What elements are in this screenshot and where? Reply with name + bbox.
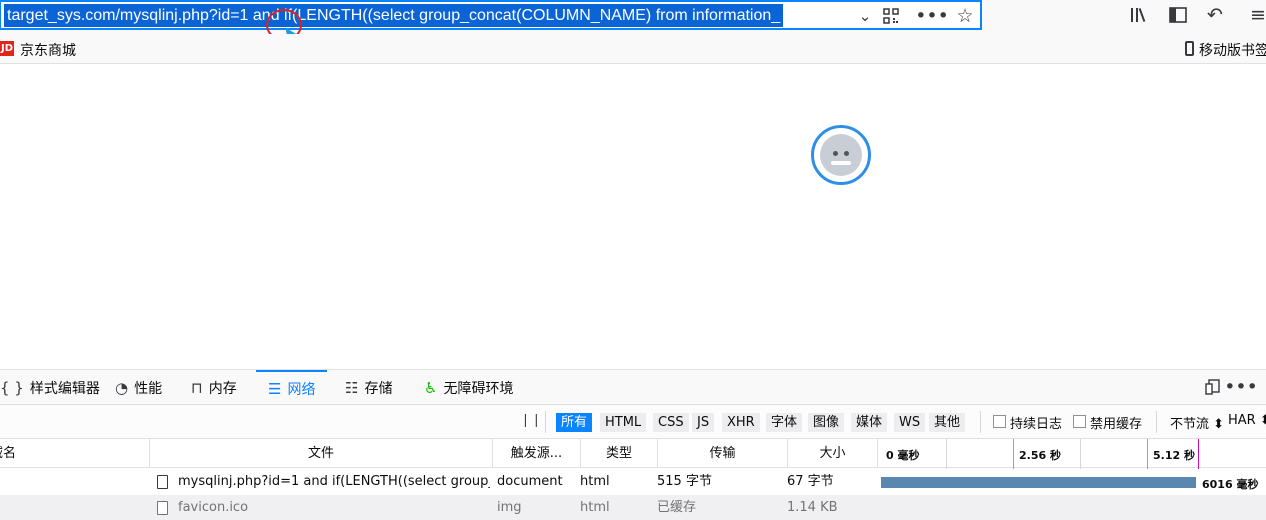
- filter-js[interactable]: JS: [692, 413, 715, 432]
- browser-window: target_sys.com/mysqlinj.php?id=1 and if(…: [0, 0, 1266, 520]
- filter-media[interactable]: 媒体: [851, 413, 888, 432]
- row-transferred: 已缓存: [657, 500, 697, 515]
- tab-network[interactable]: ☰ 网络: [256, 370, 328, 405]
- mobile-bookmarks-icon: [1185, 41, 1194, 56]
- avatar: [811, 125, 871, 185]
- persist-logs-label: 持续日志: [1010, 417, 1063, 432]
- filter-html[interactable]: HTML: [600, 413, 647, 432]
- back-arrow-icon[interactable]: ↶: [1202, 2, 1228, 28]
- timeline-tick-label: 5.12 秒: [1153, 449, 1195, 462]
- throttle-select[interactable]: 不节流 ⬍: [1170, 413, 1224, 432]
- bookmarks-bar: JD 京东商城 移动版书签: [0, 34, 1266, 64]
- memory-icon: ⊓: [191, 378, 203, 397]
- tab-storage[interactable]: ☷ 存储: [345, 370, 392, 405]
- row-file: favicon.ico: [178, 500, 249, 515]
- avatar-eye: [844, 151, 849, 156]
- row-type: html: [580, 500, 610, 515]
- tab-accessibility[interactable]: ♿ 无障碍环境: [424, 370, 513, 405]
- filter-images[interactable]: 图像: [808, 413, 845, 432]
- tab-label: 性能: [134, 380, 163, 397]
- filter-fonts[interactable]: 字体: [766, 413, 803, 432]
- bookmark-jd[interactable]: 京东商城: [20, 40, 76, 60]
- url-text[interactable]: target_sys.com/mysqlinj.php?id=1 and if(…: [4, 4, 784, 27]
- disable-cache-checkbox[interactable]: [1073, 415, 1086, 428]
- chevron-down-icon[interactable]: ⌄: [852, 3, 878, 29]
- tab-label: 无障碍环境: [443, 380, 514, 397]
- performance-icon: ◔: [115, 378, 129, 397]
- divider: [545, 411, 546, 433]
- pause-icon[interactable]: ❘❘: [520, 413, 542, 428]
- dock-toggle-icon[interactable]: [1200, 374, 1226, 400]
- row-cause: img: [497, 500, 522, 515]
- tab-label: 网络: [287, 381, 316, 398]
- tab-performance[interactable]: ◔ 性能: [115, 370, 162, 405]
- divider: [980, 411, 981, 433]
- row-file: mysqlinj.php?id=1 and if(LENGTH((select …: [178, 474, 490, 489]
- persist-logs-checkbox[interactable]: [993, 415, 1006, 428]
- filter-other[interactable]: 其他: [929, 413, 966, 432]
- disable-cache-label: 禁用缓存: [1090, 417, 1143, 432]
- avatar-face: [820, 134, 862, 176]
- sidebar-icon[interactable]: [1165, 2, 1191, 28]
- library-icon[interactable]: [1127, 2, 1153, 28]
- har-menu[interactable]: HAR ⬍: [1228, 413, 1266, 428]
- devtools-more-icon[interactable]: •••: [1224, 374, 1258, 400]
- document-icon: [157, 475, 168, 489]
- waterfall-bar: [881, 477, 1196, 488]
- mobile-bookmarks-link[interactable]: 移动版书签: [1199, 40, 1266, 60]
- devtools-tabbar: { } 样式编辑器 ◔ 性能 ⊓ 内存 ☰ 网络 ☷ 存储 ♿ 无障碍环境 ••…: [0, 369, 1266, 405]
- filter-css[interactable]: CSS: [653, 413, 689, 432]
- storage-icon: ☷: [345, 378, 359, 397]
- navigation-toolbar: target_sys.com/mysqlinj.php?id=1 and if(…: [0, 0, 1266, 34]
- network-icon: ☰: [268, 379, 282, 398]
- row-timing: 6016 毫秒: [1202, 478, 1259, 491]
- accessibility-icon: ♿: [424, 378, 438, 397]
- timeline-tick-label: 2.56 秒: [1019, 449, 1061, 462]
- tab-label: 存储: [364, 380, 393, 397]
- filter-xhr[interactable]: XHR: [722, 413, 760, 432]
- jd-logo-icon: JD: [0, 41, 14, 56]
- row-type: html: [580, 474, 610, 489]
- table-row[interactable]: favicon.ico img html 已缓存 1.14 KB: [0, 495, 1266, 520]
- divider: [1156, 411, 1157, 433]
- tab-memory[interactable]: ⊓ 内存: [191, 370, 237, 405]
- avatar-mouth: [831, 161, 851, 165]
- menu-icon[interactable]: ≡: [1245, 2, 1266, 28]
- row-size: 1.14 KB: [787, 500, 838, 515]
- bookmark-star-icon[interactable]: ☆: [952, 3, 978, 29]
- filter-all[interactable]: 所有: [556, 413, 593, 432]
- file-icon: [157, 501, 168, 515]
- row-size: 67 字节: [787, 474, 834, 489]
- tab-label: 样式编辑器: [29, 380, 100, 397]
- row-transferred: 515 字节: [657, 474, 712, 489]
- more-icon[interactable]: •••: [915, 3, 949, 29]
- tab-label: 内存: [208, 380, 237, 397]
- url-bar[interactable]: target_sys.com/mysqlinj.php?id=1 and if(…: [0, 0, 982, 30]
- qr-code-icon[interactable]: [878, 3, 904, 29]
- style-editor-icon: { }: [0, 378, 24, 397]
- filter-ws[interactable]: WS: [894, 413, 926, 432]
- table-row[interactable]: mysqlinj.php?id=1 and if(LENGTH((select …: [0, 469, 1266, 495]
- network-filter-bar: ❘❘ 所有 HTML CSS JS XHR 字体 图像 媒体 WS 其他 持续日…: [0, 405, 1266, 439]
- avatar-eye: [833, 151, 838, 156]
- tab-style-editor[interactable]: { } 样式编辑器: [0, 370, 100, 405]
- timeline-tick-label: 0 毫秒: [886, 449, 920, 462]
- row-cause: document: [497, 474, 563, 489]
